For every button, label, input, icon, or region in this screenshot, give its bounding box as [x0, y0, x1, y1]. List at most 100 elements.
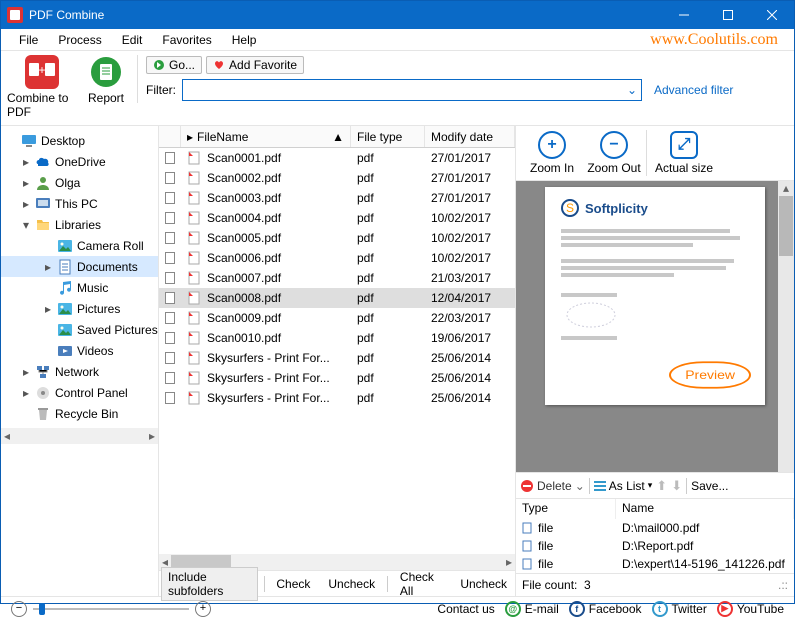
tree-item-recycle-bin[interactable]: Recycle Bin	[1, 403, 158, 424]
selected-file-row[interactable]: fileD:\expert\14-5196_141226.pdf	[516, 555, 794, 573]
table-row[interactable]: Skysurfers - Print For...pdf25/06/2014	[159, 368, 515, 388]
row-checkbox[interactable]	[165, 312, 175, 324]
tree-item-libraries[interactable]: ▾Libraries	[1, 214, 158, 235]
table-row[interactable]: Scan0003.pdfpdf27/01/2017	[159, 188, 515, 208]
combine-button[interactable]: + Combine to PDF	[7, 55, 77, 119]
table-row[interactable]: Scan0008.pdfpdf12/04/2017	[159, 288, 515, 308]
row-checkbox[interactable]	[165, 352, 175, 364]
brand-link[interactable]: www.Coolutils.com	[650, 31, 786, 49]
file-date: 21/03/2017	[425, 271, 515, 285]
row-checkbox[interactable]	[165, 152, 175, 164]
zoom-in-button[interactable]: + Zoom In	[522, 131, 582, 175]
close-button[interactable]	[750, 1, 794, 29]
col-modifydate[interactable]: Modify date	[425, 126, 515, 147]
tree-item-this-pc[interactable]: ▸This PC	[1, 193, 158, 214]
row-checkbox[interactable]	[165, 332, 175, 344]
table-row[interactable]: Scan0001.pdfpdf27/01/2017	[159, 148, 515, 168]
tree-item-documents[interactable]: ▸Documents	[1, 256, 158, 277]
tree-item-saved-pictures[interactable]: Saved Pictures	[1, 319, 158, 340]
table-row[interactable]: Skysurfers - Print For...pdf25/06/2014	[159, 348, 515, 368]
move-up-button[interactable]: ⬆	[656, 478, 667, 494]
col-filetype[interactable]: File type	[351, 126, 425, 147]
minimize-button[interactable]	[662, 1, 706, 29]
check-all-button[interactable]: Check All	[394, 568, 448, 600]
table-row[interactable]: Scan0006.pdfpdf10/02/2017	[159, 248, 515, 268]
check-button[interactable]: Check	[270, 575, 316, 593]
advanced-filter-link[interactable]: Advanced filter	[654, 83, 733, 97]
tree-item-olga[interactable]: ▸Olga	[1, 172, 158, 193]
row-checkbox[interactable]	[165, 292, 175, 304]
save-button[interactable]: Save...	[691, 479, 728, 493]
menu-process[interactable]: Process	[48, 31, 111, 49]
row-checkbox[interactable]	[165, 192, 175, 204]
report-button[interactable]: Report	[83, 55, 129, 105]
col-name[interactable]: Name	[616, 499, 794, 519]
music-icon	[57, 280, 73, 296]
tree-item-network[interactable]: ▸Network	[1, 361, 158, 382]
tree-item-onedrive[interactable]: ▸OneDrive	[1, 151, 158, 172]
file-date: 27/01/2017	[425, 171, 515, 185]
list-footer: Include subfolders Check Uncheck Check A…	[159, 570, 515, 596]
preview-v-scrollbar[interactable]: ▴	[778, 181, 794, 472]
col-checkbox[interactable]	[159, 126, 181, 147]
zoom-out-button[interactable]: − Zoom Out	[584, 131, 644, 175]
delete-button[interactable]: Delete ⌄	[520, 479, 585, 493]
zoom-plus-icon[interactable]: +	[195, 601, 211, 617]
slider-thumb[interactable]	[39, 603, 45, 615]
menu-favorites[interactable]: Favorites	[152, 31, 221, 49]
go-button[interactable]: Go...	[146, 56, 202, 74]
col-filename[interactable]: ▸ FileName▲	[181, 126, 351, 147]
selected-file-row[interactable]: fileD:\mail000.pdf	[516, 519, 794, 537]
row-checkbox[interactable]	[165, 272, 175, 284]
row-checkbox[interactable]	[165, 392, 175, 404]
table-row[interactable]: Scan0009.pdfpdf22/03/2017	[159, 308, 515, 328]
maximize-button[interactable]	[706, 1, 750, 29]
tree-label: Recycle Bin	[55, 407, 118, 421]
facebook-link[interactable]: fFacebook	[569, 601, 642, 617]
table-row[interactable]: Scan0007.pdfpdf21/03/2017	[159, 268, 515, 288]
youtube-link[interactable]: ▶YouTube	[717, 601, 784, 617]
table-row[interactable]: Scan0004.pdfpdf10/02/2017	[159, 208, 515, 228]
pdf-icon	[187, 191, 201, 205]
table-row[interactable]: Skysurfers - Print For...pdf25/06/2014	[159, 388, 515, 408]
twitter-link[interactable]: tTwitter	[652, 601, 707, 617]
row-checkbox[interactable]	[165, 232, 175, 244]
file-type: pdf	[351, 271, 425, 285]
table-row[interactable]: Scan0005.pdfpdf10/02/2017	[159, 228, 515, 248]
menu-edit[interactable]: Edit	[112, 31, 153, 49]
tree-scrollbar[interactable]: ◂ ▸	[1, 428, 158, 444]
tree-item-camera-roll[interactable]: Camera Roll	[1, 235, 158, 256]
actual-size-button[interactable]: ⤢ Actual size	[649, 131, 719, 175]
row-checkbox[interactable]	[165, 212, 175, 224]
row-checkbox[interactable]	[165, 372, 175, 384]
menu-file[interactable]: File	[9, 31, 48, 49]
facebook-icon: f	[569, 601, 585, 617]
include-subfolders-button[interactable]: Include subfolders	[161, 567, 258, 601]
email-link[interactable]: @E-mail	[505, 601, 559, 617]
tree-item-pictures[interactable]: ▸Pictures	[1, 298, 158, 319]
table-row[interactable]: Scan0002.pdfpdf27/01/2017	[159, 168, 515, 188]
zoom-minus-icon[interactable]: −	[11, 601, 27, 617]
file-type: pdf	[351, 331, 425, 345]
zoom-slider[interactable]: − +	[11, 601, 211, 617]
tree-item-desktop[interactable]: Desktop	[1, 130, 158, 151]
table-row[interactable]: Scan0010.pdfpdf19/06/2017	[159, 328, 515, 348]
add-favorite-button[interactable]: Add Favorite	[206, 56, 304, 74]
tree-item-videos[interactable]: Videos	[1, 340, 158, 361]
go-icon	[153, 59, 165, 71]
tree-item-control-panel[interactable]: ▸Control Panel	[1, 382, 158, 403]
menu-help[interactable]: Help	[222, 31, 267, 49]
selected-file-row[interactable]: fileD:\Report.pdf	[516, 537, 794, 555]
uncheck-all-button[interactable]: Uncheck	[454, 575, 513, 593]
as-list-button[interactable]: As List▾	[594, 479, 653, 493]
filter-select[interactable]: ⌄	[182, 79, 642, 101]
stamp-icon	[561, 300, 621, 330]
tree-item-music[interactable]: Music	[1, 277, 158, 298]
file-date: 25/06/2014	[425, 391, 515, 405]
uncheck-button[interactable]: Uncheck	[322, 575, 381, 593]
row-checkbox[interactable]	[165, 252, 175, 264]
main: Desktop▸OneDrive▸Olga▸This PC▾LibrariesC…	[1, 126, 794, 596]
row-checkbox[interactable]	[165, 172, 175, 184]
col-type[interactable]: Type	[516, 499, 616, 519]
move-down-button[interactable]: ⬇	[671, 478, 682, 494]
